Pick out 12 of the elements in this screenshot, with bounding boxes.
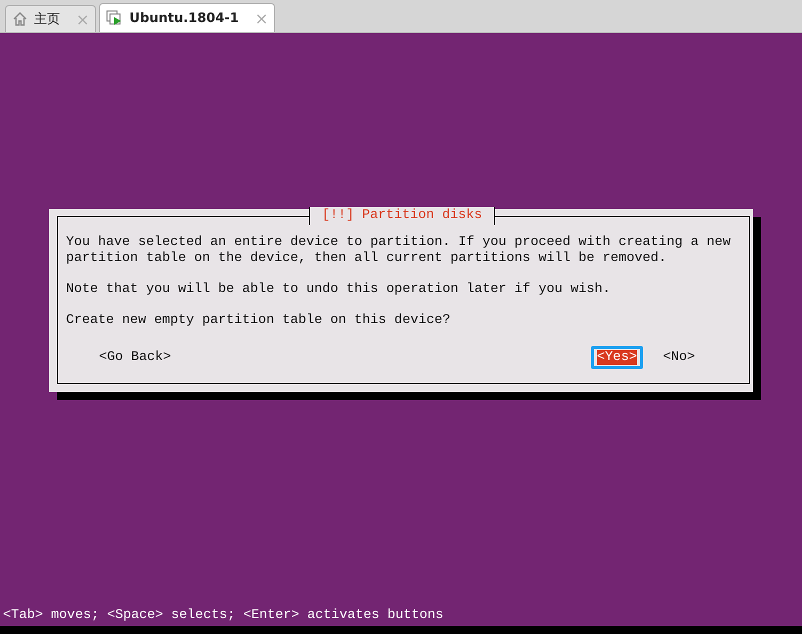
message-text: Note that you will be able to undo this operation later if you wish. bbox=[66, 282, 612, 298]
virtual-machine-icon bbox=[106, 10, 124, 26]
dialog-button[interactable]: <Go Back> bbox=[93, 346, 178, 369]
dialog-button[interactable]: <No> bbox=[656, 346, 701, 369]
dialog-title: [!!] Partition disks bbox=[309, 207, 496, 225]
home-icon bbox=[12, 11, 28, 27]
tab[interactable]: Ubuntu.1804-1 × bbox=[99, 3, 276, 32]
tab[interactable]: 主页 × bbox=[5, 5, 96, 32]
message-text: Create new empty partition table on this device? bbox=[66, 313, 452, 329]
status-hint: <Tab> moves; <Space> selects; <Enter> activates buttons bbox=[2, 608, 444, 625]
message-text: You have selected an entire device to partition. If you proceed with creating a new partition table on the device, then all current partitions will be removed. bbox=[66, 235, 732, 267]
dialog-button[interactable]: <Yes> bbox=[590, 346, 643, 369]
